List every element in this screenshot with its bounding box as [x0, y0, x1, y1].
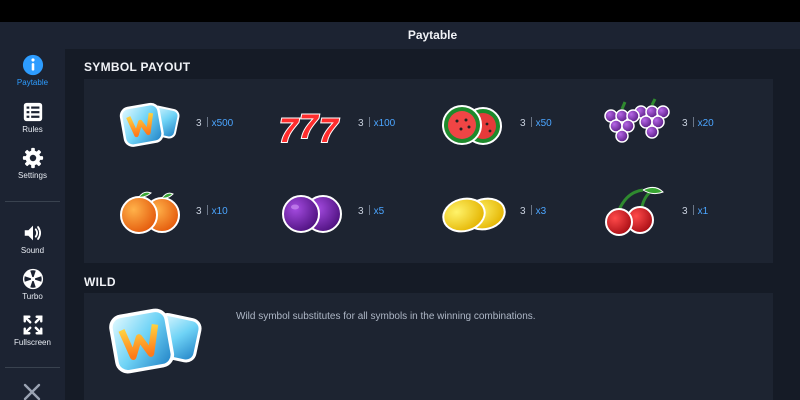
payout-count: 3	[520, 206, 526, 217]
svg-text:7: 7	[279, 112, 300, 150]
sidebar-item-sound[interactable]: Sound	[0, 222, 65, 266]
payout-count: 3	[196, 118, 202, 129]
sidebar: Paytable Rules Settings Sound Turbo Full…	[0, 22, 65, 400]
payout-ice-wild: 3 x500	[111, 96, 271, 152]
lemon-icon	[442, 197, 506, 233]
payout-count: 3	[682, 118, 688, 129]
sidebar-item-turbo[interactable]: Turbo	[0, 268, 65, 312]
sidebar-item-label: Settings	[18, 171, 47, 180]
sidebar-item-label: Sound	[20, 246, 45, 255]
payout-count: 3	[358, 206, 364, 217]
payout-multiplier: x10	[211, 206, 228, 217]
payout-grapes: 3 x20	[597, 96, 757, 152]
sevens-icon: 777	[278, 107, 341, 151]
payout-multiplier: x5	[373, 206, 385, 217]
wild-description: Wild symbol substitutes for all symbols …	[236, 311, 536, 322]
payout-multiplier: x3	[535, 206, 547, 217]
ice-wild-icon	[119, 102, 180, 147]
payout-plum: 3 x5	[273, 184, 433, 240]
payout-sevens: 777 3 x100	[273, 96, 433, 152]
symbol-payout-panel: 3 x500 777 3 x100 3 x50 3 x20 3 x10 3 x5…	[84, 79, 773, 263]
payout-multiplier: x50	[535, 118, 552, 129]
payout-count: 3	[682, 206, 688, 217]
top-bar	[0, 0, 800, 22]
payout-watermelon: 3 x50	[435, 96, 595, 152]
sidebar-divider	[5, 201, 60, 202]
sidebar-item-label: Fullscreen	[14, 338, 51, 347]
cherry-icon	[605, 186, 664, 236]
sidebar-divider	[5, 367, 60, 368]
payout-multiplier: x1	[697, 206, 709, 217]
paytable-panel: Paytable SYMBOL PAYOUT 3 x500 777 3 x100	[65, 22, 800, 400]
wild-panel: Wild symbol substitutes for all symbols …	[84, 293, 773, 400]
payout-multiplier: x100	[373, 118, 396, 129]
sidebar-item-fullscreen[interactable]: Fullscreen	[0, 314, 65, 358]
fullscreen-icon	[23, 315, 42, 335]
payout-multiplier: x500	[211, 118, 234, 129]
svg-text:7: 7	[299, 108, 320, 146]
close-icon[interactable]	[23, 383, 41, 400]
wild-heading: WILD	[84, 275, 116, 289]
grapes-icon	[604, 98, 670, 143]
svg-text:7: 7	[319, 112, 340, 150]
payout-lemon: 3 x3	[435, 184, 595, 240]
ice-wild-icon	[109, 308, 202, 374]
gear-icon	[22, 147, 43, 169]
sidebar-item-label: Rules	[22, 125, 43, 134]
payout-count: 3	[520, 118, 526, 129]
payout-count: 3	[358, 118, 364, 129]
sidebar-item-label: Paytable	[16, 78, 49, 87]
sidebar-item-rules[interactable]: Rules	[0, 101, 65, 145]
payout-count: 3	[196, 206, 202, 217]
payout-cherry: 3 x1	[597, 184, 757, 240]
turbo-icon	[22, 268, 43, 290]
speaker-icon	[24, 225, 41, 241]
plum-icon	[282, 195, 342, 233]
list-icon	[23, 102, 42, 122]
page-title: Paytable	[65, 22, 800, 49]
sidebar-item-label: Turbo	[22, 292, 43, 301]
watermelon-icon	[442, 105, 502, 145]
info-icon	[22, 54, 43, 76]
symbol-payout-heading: SYMBOL PAYOUT	[84, 60, 191, 74]
sidebar-item-paytable[interactable]: Paytable	[0, 54, 65, 98]
sidebar-item-settings[interactable]: Settings	[0, 147, 65, 191]
payout-multiplier: x20	[697, 118, 714, 129]
orange-icon	[120, 191, 180, 234]
payout-orange: 3 x10	[111, 184, 271, 240]
